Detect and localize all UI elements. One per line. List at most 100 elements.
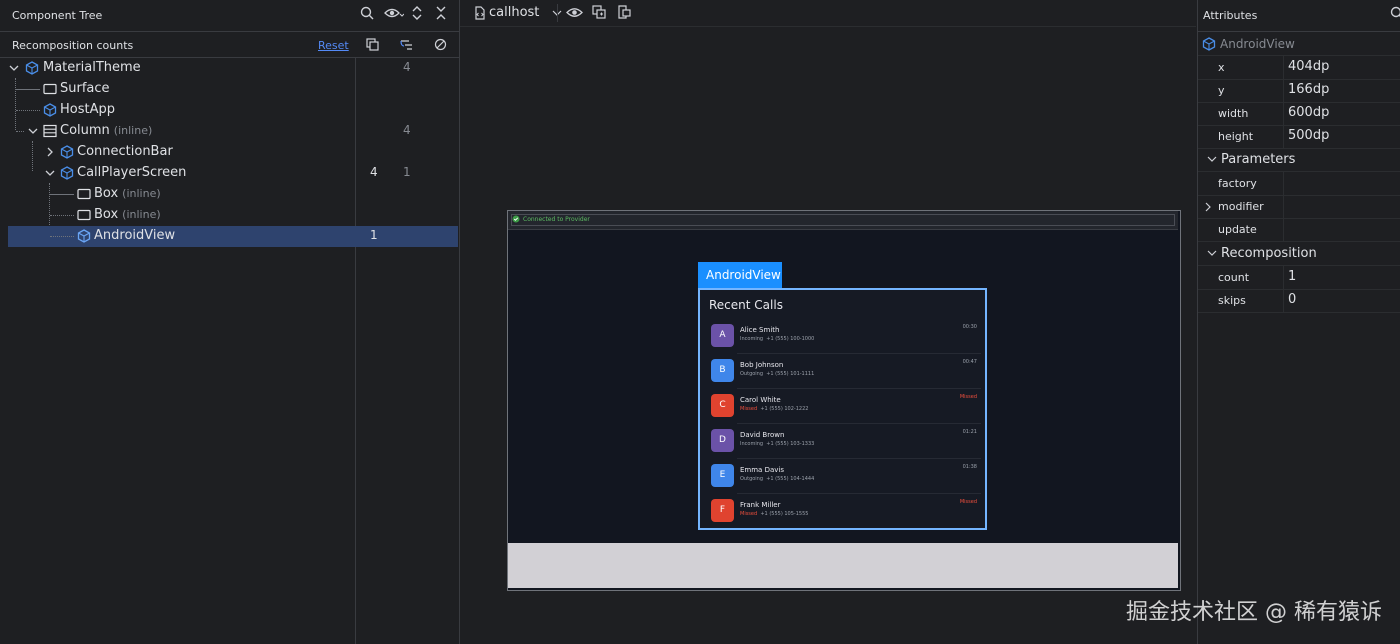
call-number: +1 (555) 100-1000	[766, 336, 815, 342]
selected-component-header: AndroidView	[1198, 33, 1400, 55]
androidview-tab[interactable]: AndroidView	[698, 262, 782, 288]
call-duration: 00:30	[962, 324, 977, 330]
caller-name: David Brown	[740, 431, 785, 439]
box-icon	[77, 208, 91, 222]
compose-icon	[43, 103, 57, 117]
call-number: +1 (555) 102-1222	[760, 406, 809, 412]
attr-value: 166dp	[1288, 82, 1330, 97]
expand-all-icon[interactable]	[411, 5, 427, 21]
collapse-all-icon[interactable]	[435, 5, 451, 21]
tree-item-column[interactable]: Column (inline) 4	[8, 121, 458, 142]
tree-label: Box	[94, 186, 119, 201]
param-row-update[interactable]: update	[1198, 218, 1400, 242]
call-number: +1 (555) 103-1333	[766, 441, 815, 447]
call-duration: 01:21	[962, 429, 977, 435]
column-icon	[43, 124, 57, 138]
caller-name: Carol White	[740, 396, 781, 404]
chevron-down-icon[interactable]	[8, 62, 20, 74]
attr-row-x[interactable]: x 404dp	[1198, 56, 1400, 80]
skip-count: 4	[403, 60, 411, 74]
attr-value: 500dp	[1288, 128, 1330, 143]
param-row-modifier[interactable]: modifier	[1198, 195, 1400, 219]
tree-label: Surface	[60, 81, 110, 96]
tree-label: Box	[94, 207, 119, 222]
snapshot-icon[interactable]	[592, 5, 606, 19]
disable-icon[interactable]	[434, 38, 450, 54]
attributes-panel: Attributes AndroidView x 404dp y 166dp w…	[1197, 0, 1400, 644]
export-icon[interactable]	[617, 5, 631, 19]
eye-dropdown-icon[interactable]	[384, 6, 404, 22]
call-duration: 00:47	[962, 359, 977, 365]
tree-label: ConnectionBar	[77, 144, 173, 159]
highlight-recompositions-icon[interactable]	[400, 38, 416, 54]
call-row[interactable]: E Emma Davis Outgoing +1 (555) 104-1444 …	[711, 464, 981, 494]
search-icon[interactable]	[1390, 6, 1400, 20]
avatar: F	[711, 499, 734, 522]
eye-icon[interactable]	[566, 6, 583, 19]
avatar: D	[711, 429, 734, 452]
recomp-row-count[interactable]: count 1	[1198, 266, 1400, 290]
compose-icon	[77, 229, 91, 243]
chevron-right-icon[interactable]	[1204, 202, 1212, 212]
tree-item-box[interactable]: Box (inline)	[8, 184, 458, 205]
attr-value: 404dp	[1288, 59, 1330, 74]
component-name: AndroidView	[1220, 37, 1295, 51]
call-type: Outgoing	[740, 476, 764, 482]
call-row[interactable]: C Carol White Missed +1 (555) 102-1222 M…	[711, 394, 981, 424]
call-row[interactable]: B Bob Johnson Outgoing +1 (555) 101-1111…	[711, 359, 981, 389]
recomposition-counts-label: Recomposition counts	[12, 39, 134, 52]
call-row[interactable]: A Alice Smith Incoming +1 (555) 100-1000…	[711, 324, 981, 354]
call-row[interactable]: D David Brown Incoming +1 (555) 103-1333…	[711, 429, 981, 459]
call-type: Incoming	[740, 441, 764, 447]
call-row[interactable]: F Frank Miller Missed +1 (555) 105-1555 …	[711, 499, 981, 529]
avatar: E	[711, 464, 734, 487]
copy-icon[interactable]	[366, 38, 382, 54]
attr-key: x	[1218, 61, 1225, 74]
tree-item-materialtheme[interactable]: MaterialTheme 4	[8, 58, 458, 79]
compose-icon	[1202, 37, 1216, 51]
recomp-key: skips	[1218, 294, 1246, 307]
recomposition-count: 4	[370, 165, 378, 179]
compose-icon	[60, 145, 74, 159]
tree-label: CallPlayerScreen	[77, 165, 187, 180]
tree-item-box[interactable]: Box (inline)	[8, 205, 458, 226]
inline-tag: (inline)	[122, 187, 161, 200]
tree-item-callplayerscreen[interactable]: CallPlayerScreen 4 1	[8, 163, 458, 184]
reset-link[interactable]: Reset	[318, 39, 349, 52]
recomp-row-skips[interactable]: skips 0	[1198, 289, 1400, 313]
call-number: +1 (555) 105-1555	[760, 511, 809, 517]
recomp-value: 1	[1288, 269, 1297, 284]
attr-row-y[interactable]: y 166dp	[1198, 79, 1400, 103]
avatar: C	[711, 394, 734, 417]
param-row-factory[interactable]: factory	[1198, 172, 1400, 196]
call-type: Outgoing	[740, 371, 764, 377]
recent-calls-title: Recent Calls	[709, 298, 783, 312]
tree-item-connectionbar[interactable]: ConnectionBar	[8, 142, 458, 163]
connection-bar: Connected to Provider	[508, 211, 1178, 230]
attr-key: width	[1218, 107, 1249, 120]
chevron-right-icon[interactable]	[44, 146, 56, 158]
chevron-down-icon[interactable]	[44, 167, 56, 179]
box-icon	[43, 82, 57, 96]
caller-name: Alice Smith	[740, 326, 780, 334]
parameters-section[interactable]: Parameters	[1198, 148, 1400, 172]
tree-label: Column	[60, 123, 110, 138]
tree-item-androidview[interactable]: AndroidView 1	[8, 226, 458, 247]
device-label: callhost	[489, 5, 540, 20]
tree-label: MaterialTheme	[43, 60, 141, 75]
attr-row-width[interactable]: width 600dp	[1198, 102, 1400, 126]
component-tree-panel: Component Tree Recomposition counts Rese…	[0, 0, 460, 644]
avatar: B	[711, 359, 734, 382]
tree-item-surface[interactable]: Surface	[8, 79, 458, 100]
panel-title: Component Tree	[12, 9, 103, 22]
search-icon[interactable]	[360, 6, 376, 22]
chevron-down-icon[interactable]	[27, 125, 39, 137]
tree-label: HostApp	[60, 102, 115, 117]
androidview-bounds[interactable]: Recent Calls A Alice Smith Incoming +1 (…	[698, 288, 987, 530]
recomposition-section[interactable]: Recomposition	[1198, 242, 1400, 266]
attr-row-height[interactable]: height 500dp	[1198, 125, 1400, 149]
process-icon	[474, 6, 486, 20]
tree-item-hostapp[interactable]: HostApp	[8, 100, 458, 121]
device-bottom-area	[508, 543, 1178, 588]
call-number: +1 (555) 101-1111	[766, 371, 815, 377]
